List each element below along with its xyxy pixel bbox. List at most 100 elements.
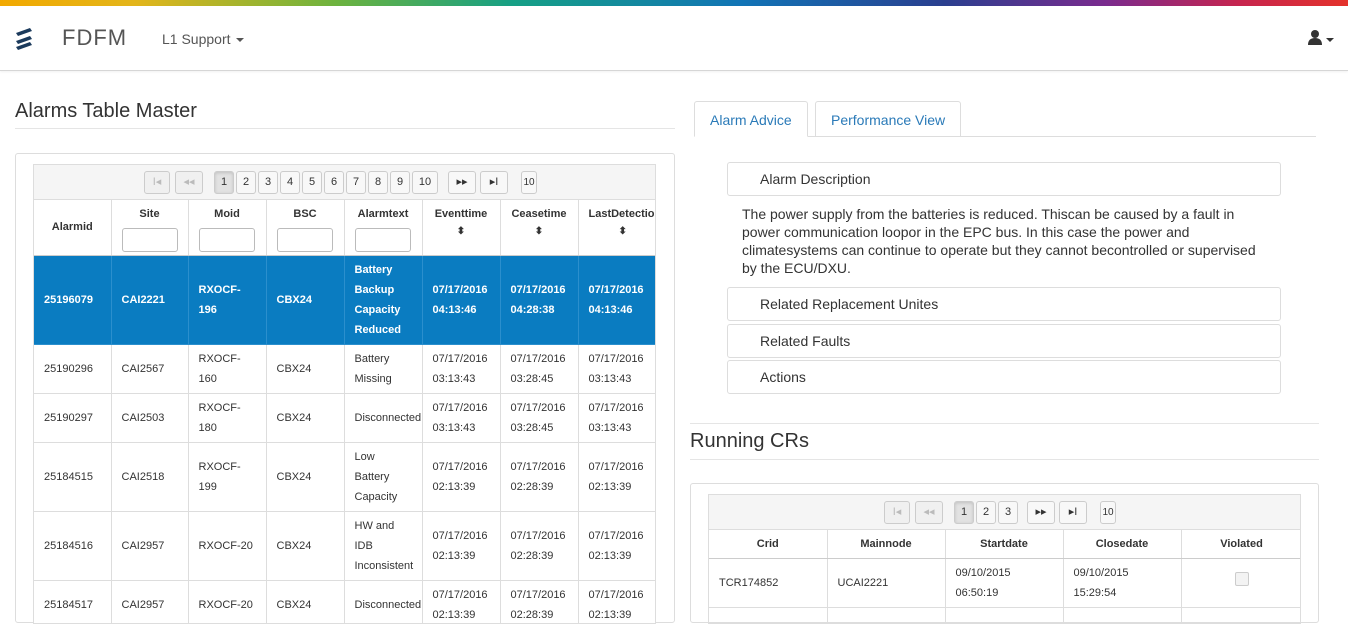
- cell-line: 07/17/2016: [589, 457, 654, 477]
- last-page-button[interactable]: ▸I: [480, 171, 508, 194]
- page-button-2[interactable]: 2: [236, 171, 256, 194]
- cell-line: 15:29:54: [1074, 583, 1171, 603]
- ericsson-logo-icon[interactable]: [14, 27, 34, 51]
- column-header-site[interactable]: Site: [111, 200, 188, 255]
- page-size-selector[interactable]: 10: [1100, 501, 1116, 524]
- page-size-selector[interactable]: 10: [521, 171, 537, 194]
- column-header-moid[interactable]: Moid: [188, 200, 266, 255]
- support-level-menu[interactable]: L1 Support: [162, 31, 244, 47]
- page-button-1[interactable]: 1: [214, 171, 234, 194]
- column-header-closedate[interactable]: Closedate: [1063, 530, 1181, 558]
- page-button-8[interactable]: 8: [368, 171, 388, 194]
- column-label: Site: [139, 208, 159, 220]
- column-header-violated[interactable]: Violated: [1181, 530, 1301, 558]
- cell-line: Battery: [355, 260, 412, 280]
- cell-line: 02:28:39: [511, 477, 568, 497]
- tab-alarm-advice[interactable]: Alarm Advice: [694, 101, 808, 137]
- accordion-actions[interactable]: Actions: [727, 360, 1281, 394]
- cell-line: RXOCF-: [199, 398, 256, 418]
- next-page-button[interactable]: ▸▸: [448, 171, 476, 194]
- cell-line: 07/17/2016: [589, 398, 654, 418]
- column-header-lastdetection[interactable]: LastDetection⬍: [578, 200, 656, 255]
- alarmtext-filter-input[interactable]: [355, 228, 411, 252]
- site-cell: CAI2503: [111, 393, 188, 442]
- ceasetime-cell: 07/17/201603:28:45: [500, 344, 578, 393]
- cell-line: 02:13:39: [589, 605, 654, 624]
- table-row[interactable]: TCR174852 UCAI2221 09/10/201506:50:19 09…: [709, 558, 1301, 607]
- site-filter-input[interactable]: [122, 228, 178, 252]
- table-row[interactable]: 25184517 CAI2957 RXOCF-20 CBX24 Disconne…: [34, 580, 656, 624]
- page-button-3[interactable]: 3: [258, 171, 278, 194]
- page-button-3[interactable]: 3: [998, 501, 1018, 524]
- prev-page-button[interactable]: ◂◂: [915, 501, 943, 524]
- column-header-crid[interactable]: Crid: [709, 530, 827, 558]
- column-label: Ceasetime: [511, 208, 566, 220]
- table-row[interactable]: 25190297 CAI2503 RXOCF-180 CBX24 Disconn…: [34, 393, 656, 442]
- accordion-alarm-description[interactable]: Alarm Description: [727, 162, 1281, 196]
- bsc-filter-input[interactable]: [277, 228, 333, 252]
- column-header-eventtime[interactable]: Eventtime⬍: [422, 200, 500, 255]
- first-page-button[interactable]: I◂: [884, 501, 910, 524]
- moid-filter-input[interactable]: [199, 228, 255, 252]
- accordion-related-faults[interactable]: Related Faults: [727, 324, 1281, 358]
- table-row[interactable]: [709, 607, 1301, 624]
- sort-icon[interactable]: ⬍: [423, 226, 500, 237]
- column-label: Alarmtext: [358, 208, 409, 220]
- table-row-selected[interactable]: 25196079 CAI2221 RXOCF-196 CBX24 Battery…: [34, 255, 656, 344]
- prev-page-button[interactable]: ◂◂: [175, 171, 203, 194]
- alarms-title: Alarms Table Master: [15, 100, 197, 123]
- crs-grid: I◂ ◂◂ 1 2 3 ▸▸ ▸I 10 Crid Mainnode Start…: [708, 494, 1301, 624]
- cell-line: RXOCF-: [199, 457, 256, 477]
- page-button-5[interactable]: 5: [302, 171, 322, 194]
- bsc-cell: CBX24: [266, 511, 344, 580]
- cell-line: 199: [199, 477, 256, 497]
- cell-line: 180: [199, 418, 256, 438]
- page-button-9[interactable]: 9: [390, 171, 410, 194]
- cell-line: 06:50:19: [956, 583, 1053, 603]
- lastdetection-cell: 07/17/201603:13:43: [578, 393, 656, 442]
- user-menu-icon[interactable]: [1308, 29, 1336, 47]
- cell-line: 03:13:43: [433, 418, 490, 438]
- page-button-4[interactable]: 4: [280, 171, 300, 194]
- support-level-label: L1 Support: [162, 31, 231, 47]
- page-button-6[interactable]: 6: [324, 171, 344, 194]
- column-label: BSC: [293, 208, 316, 220]
- cell-line: 07/17/2016: [589, 280, 654, 300]
- cell-line: 02:13:39: [433, 605, 490, 624]
- cell-line: Missing: [355, 369, 412, 389]
- column-header-alarmtext[interactable]: Alarmtext: [344, 200, 422, 255]
- cell-line: 07/17/2016: [433, 526, 490, 546]
- lastdetection-cell: 07/17/201602:13:39: [578, 511, 656, 580]
- page-button-7[interactable]: 7: [346, 171, 366, 194]
- sort-icon[interactable]: ⬍: [589, 226, 657, 237]
- column-header-mainnode[interactable]: Mainnode: [827, 530, 945, 558]
- first-page-button[interactable]: I◂: [144, 171, 170, 194]
- cell-line: 02:13:39: [433, 546, 490, 566]
- column-header-startdate[interactable]: Startdate: [945, 530, 1063, 558]
- page-button-2[interactable]: 2: [976, 501, 996, 524]
- startdate-cell: [945, 607, 1063, 624]
- page-button-1[interactable]: 1: [954, 501, 974, 524]
- moid-cell: RXOCF-196: [188, 255, 266, 344]
- table-row[interactable]: 25184516 CAI2957 RXOCF-20 CBX24 HW andID…: [34, 511, 656, 580]
- column-header-ceasetime[interactable]: Ceasetime ⬍: [500, 200, 578, 255]
- app-brand[interactable]: FDFM: [62, 25, 127, 51]
- tab-performance-view[interactable]: Performance View: [815, 101, 961, 137]
- column-header-alarmid[interactable]: Alarmid: [34, 200, 111, 255]
- page-button-10[interactable]: 10: [412, 171, 438, 194]
- last-page-button[interactable]: ▸I: [1059, 501, 1087, 524]
- column-header-bsc[interactable]: BSC: [266, 200, 344, 255]
- violated-checkbox[interactable]: [1235, 572, 1249, 586]
- cell-line: Capacity: [355, 300, 412, 320]
- bsc-cell: CBX24: [266, 580, 344, 624]
- table-header-row: Alarmid Site Moid BSC Alarmtext Eventtim…: [34, 200, 656, 255]
- accordion-related-replacement-units[interactable]: Related Replacement Unites: [727, 287, 1281, 321]
- ceasetime-cell: 07/17/201603:28:45: [500, 393, 578, 442]
- next-page-button[interactable]: ▸▸: [1027, 501, 1055, 524]
- table-row[interactable]: 25190296 CAI2567 RXOCF-160 CBX24 Battery…: [34, 344, 656, 393]
- eventtime-cell: 07/17/201604:13:46: [422, 255, 500, 344]
- table-row[interactable]: 25184515 CAI2518 RXOCF-199 CBX24 LowBatt…: [34, 442, 656, 511]
- sort-icon[interactable]: ⬍: [501, 226, 578, 237]
- cell-line: 07/17/2016: [511, 349, 568, 369]
- column-label: Moid: [214, 208, 240, 220]
